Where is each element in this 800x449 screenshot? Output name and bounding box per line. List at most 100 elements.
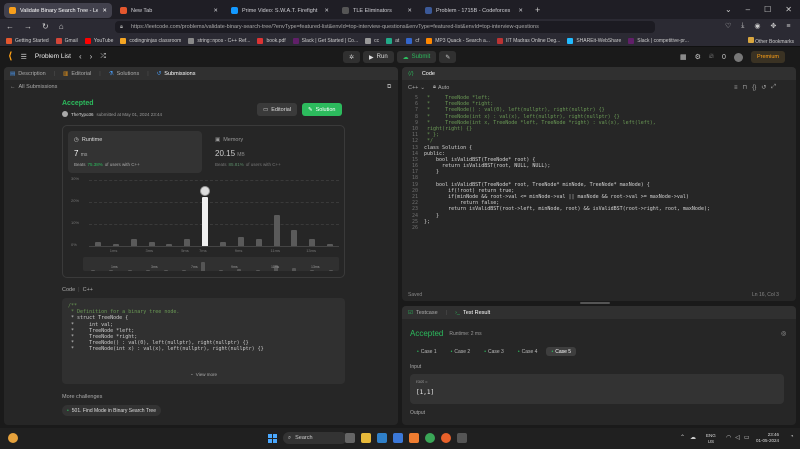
- settings-icon[interactable]: ⚙: [695, 53, 701, 61]
- close-window-icon[interactable]: ✕: [785, 5, 792, 14]
- pocket-icon[interactable]: ♡: [725, 22, 731, 30]
- fire-icon[interactable]: 🔥︎: [709, 53, 714, 61]
- forward-icon[interactable]: →: [24, 22, 32, 31]
- submit-button[interactable]: ☁ Submit: [396, 51, 437, 63]
- bookmark-item[interactable]: IIT Madras Online Deg...: [496, 37, 560, 44]
- back-icon[interactable]: ←: [6, 22, 14, 31]
- avatar[interactable]: [733, 52, 743, 62]
- bookmark-icon[interactable]: ⊓: [743, 84, 748, 91]
- chart-bar[interactable]: [202, 196, 209, 246]
- testcase-tab[interactable]: • Case 5: [546, 347, 577, 356]
- bookmark-item[interactable]: Slack | Get Started | Co...: [292, 37, 358, 44]
- feedback-icon[interactable]: ◎: [781, 330, 786, 337]
- account-icon[interactable]: ◉: [754, 22, 760, 30]
- share-icon[interactable]: ⧉: [387, 84, 391, 91]
- testcase-tab[interactable]: • Case 1: [412, 347, 442, 356]
- close-tab-icon[interactable]: ✕: [518, 8, 523, 14]
- close-tab-icon[interactable]: ✕: [213, 8, 218, 14]
- bookmark-item[interactable]: at: [386, 37, 399, 44]
- bookmark-item[interactable]: string::npos - C++ Ref...: [188, 37, 250, 44]
- chrome-icon[interactable]: [425, 433, 435, 443]
- problem-list-icon[interactable]: ☰: [21, 53, 27, 61]
- sublime-icon[interactable]: [409, 433, 419, 443]
- editorial-button[interactable]: ▭ Editorial: [257, 103, 298, 116]
- premium-button[interactable]: Premium: [750, 51, 785, 63]
- chart-bar[interactable]: [184, 239, 191, 246]
- store-icon[interactable]: [393, 433, 403, 443]
- tab-submissions[interactable]: ↺ Submissions: [157, 71, 196, 77]
- extensions-icon[interactable]: ✥: [771, 22, 777, 30]
- browser-tab[interactable]: Problem - 1715B - Codeforces ✕: [420, 3, 528, 18]
- bookmark-item[interactable]: book.pdf: [257, 37, 286, 44]
- windows-start-icon[interactable]: [268, 433, 277, 443]
- tab-test-result[interactable]: ›_ Test Result: [455, 310, 490, 316]
- runtime-box[interactable]: ◷ Runtime 7 ms Beats 75.38% of users with…: [68, 131, 202, 173]
- browser-tab[interactable]: TLE Eliminators ✕: [337, 3, 417, 18]
- tab-list-icon[interactable]: ⌄: [725, 5, 732, 14]
- clock[interactable]: 23:46 01-05-2024: [756, 432, 779, 444]
- chart-bar[interactable]: [219, 241, 226, 246]
- format-icon[interactable]: ≡: [734, 85, 738, 91]
- browser-tab[interactable]: New Tab ✕: [115, 3, 223, 18]
- bookmark-item[interactable]: YouTube: [84, 37, 113, 44]
- battery-icon[interactable]: ▭: [744, 434, 750, 441]
- bookmark-item[interactable]: codingninjas classroom: [120, 37, 181, 44]
- submitted-code-block[interactable]: /** * Definition for a binary tree node.…: [62, 298, 345, 384]
- shuffle-icon[interactable]: ⤮: [100, 53, 106, 61]
- tab-editorial[interactable]: ▥ Editorial: [63, 71, 91, 77]
- testcase-tab[interactable]: • Case 3: [479, 347, 509, 356]
- testcase-tab[interactable]: • Case 2: [446, 347, 476, 356]
- volume-icon[interactable]: ◁: [735, 434, 740, 441]
- chart-range-slider[interactable]: 1ms 3ms 7ms 9ms 11ms 13ms: [83, 257, 339, 271]
- auto-toggle[interactable]: 🔒︎ Auto: [433, 84, 449, 91]
- testcase-tab[interactable]: • Case 4: [513, 347, 543, 356]
- prev-problem-icon[interactable]: ‹: [79, 52, 82, 61]
- firefox-icon[interactable]: [441, 433, 451, 443]
- bookmark-item[interactable]: MP3 Quack - Search a...: [426, 37, 490, 44]
- bookmark-item[interactable]: cc: [365, 37, 379, 44]
- close-tab-icon[interactable]: ✕: [102, 8, 107, 14]
- cloud-icon[interactable]: ☁: [690, 434, 696, 441]
- chart-bar[interactable]: [327, 243, 334, 246]
- run-button[interactable]: ▶ Run: [363, 51, 394, 63]
- tray-chevron-icon[interactable]: ⌃: [680, 434, 685, 441]
- submitter-name[interactable]: TheTypo36: [71, 112, 94, 117]
- runtime-distribution-chart[interactable]: [89, 180, 339, 247]
- new-tab-icon[interactable]: +: [535, 5, 540, 15]
- home-icon[interactable]: ⌂: [59, 22, 64, 31]
- challenge-link[interactable]: • 501. Find Mode in Binary Search Tree: [62, 405, 161, 416]
- minimize-icon[interactable]: –: [746, 5, 750, 14]
- close-tab-icon[interactable]: ✕: [324, 8, 329, 14]
- reset-icon[interactable]: ↺: [761, 84, 766, 91]
- code-editor[interactable]: 5 * TreeNode *left; 6 * TreeNode *right; 7…: [404, 95, 792, 280]
- braces-icon[interactable]: {}: [752, 85, 756, 91]
- tab-description[interactable]: ▤ Description: [10, 71, 46, 77]
- tab-testcase[interactable]: ☑ Testcase: [408, 310, 438, 316]
- taskbar-search[interactable]: ⌕ Search: [283, 432, 347, 444]
- problem-list-link[interactable]: Problem List: [35, 53, 71, 60]
- download-icon[interactable]: ⤓: [741, 22, 744, 30]
- chart-bar[interactable]: [148, 241, 155, 246]
- close-tab-icon[interactable]: ✕: [407, 8, 412, 14]
- chart-bar[interactable]: [94, 241, 101, 246]
- chart-bar[interactable]: [255, 239, 262, 246]
- reload-icon[interactable]: ↻: [42, 22, 49, 31]
- bookmark-item[interactable]: Slack | competitive-pr...: [628, 37, 689, 44]
- layout-icon[interactable]: ▦: [680, 53, 687, 61]
- wifi-icon[interactable]: ◠: [726, 434, 731, 441]
- notes-button[interactable]: ✎: [439, 51, 457, 63]
- all-submissions-link[interactable]: ← All Submissions: [10, 84, 57, 90]
- chart-bar[interactable]: [112, 243, 119, 246]
- chart-bar[interactable]: [309, 239, 316, 246]
- address-bar[interactable]: 🔒︎ https://leetcode.com/problems/validat…: [115, 21, 655, 33]
- tab-solutions[interactable]: ⚗ Solutions: [109, 71, 140, 77]
- bookmark-item[interactable]: Getting Started: [6, 37, 49, 44]
- file-explorer-icon[interactable]: [361, 433, 371, 443]
- panel-resize-handle[interactable]: [580, 302, 610, 304]
- language-select[interactable]: C++ ⌄: [408, 85, 425, 91]
- browser-tab[interactable]: Validate Binary Search Tree - Le ✕: [4, 3, 112, 18]
- solution-button[interactable]: ✎ Solution: [302, 103, 342, 116]
- chart-bar[interactable]: [273, 214, 280, 246]
- bookmark-item[interactable]: cf: [406, 37, 419, 44]
- browser-tab[interactable]: Prime Video: S.W.A.T. Firefight ✕: [226, 3, 334, 18]
